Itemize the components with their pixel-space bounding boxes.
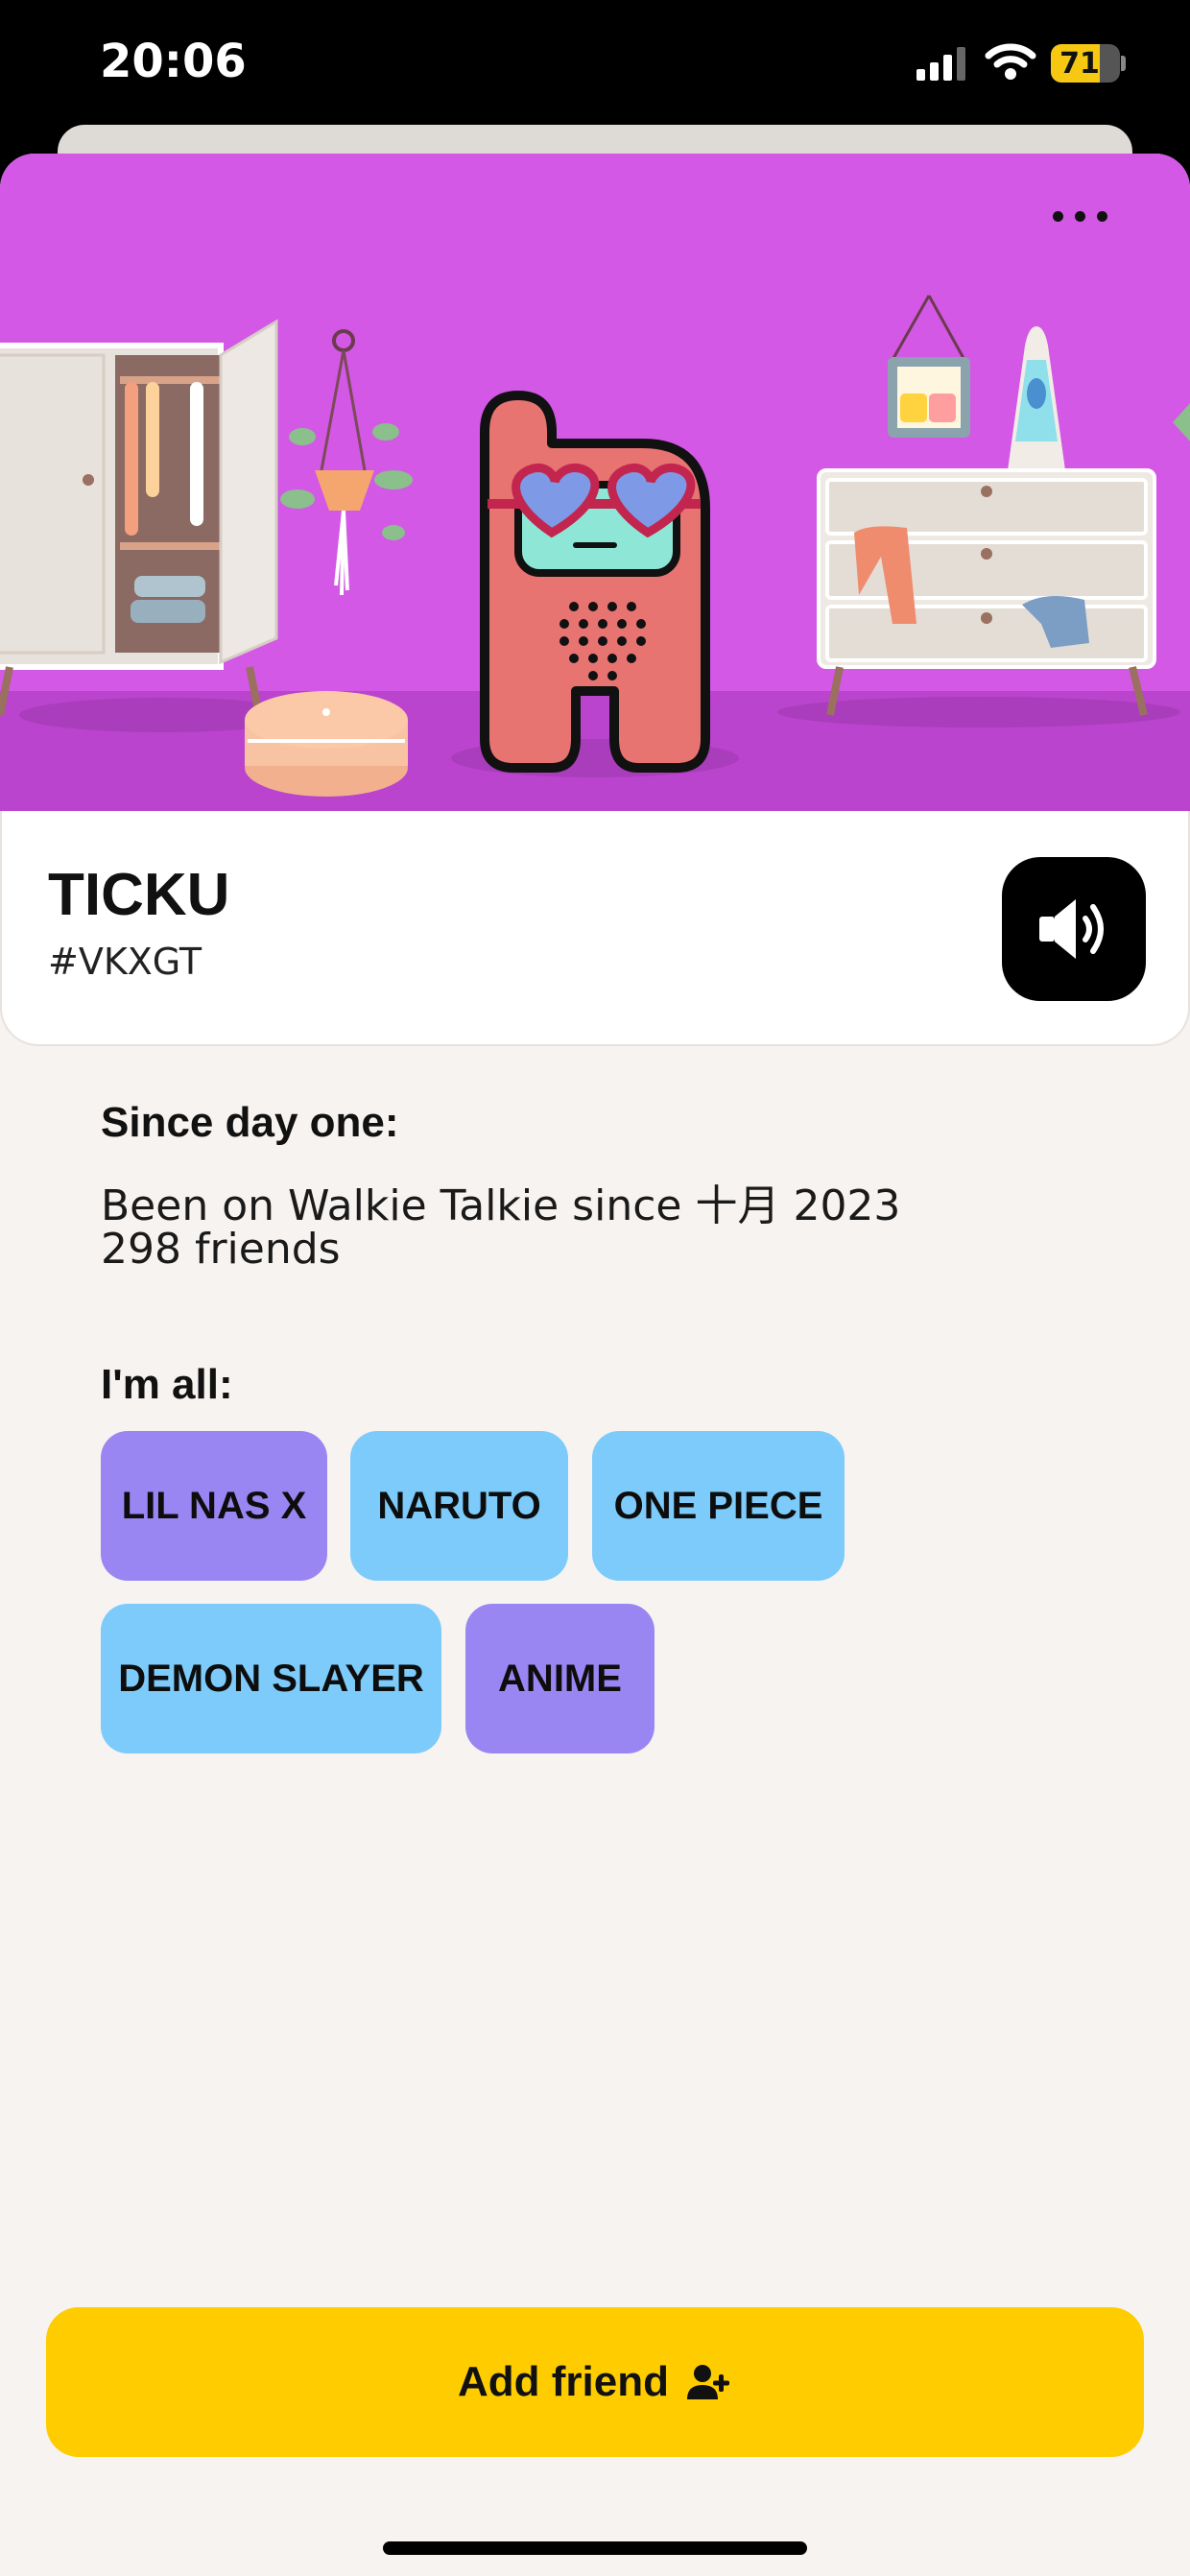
interest-tag-naruto[interactable]: NARUTO [350,1431,568,1581]
hanging-plant-icon [280,329,413,596]
status-bar: 20:06 71 [0,0,1190,125]
status-time: 20:06 [100,35,247,88]
add-friend-button[interactable]: Add friend [46,2307,1144,2457]
user-plus-icon [686,2365,729,2399]
profile-header-card: TICKU #VKXGT [0,811,1190,1046]
room-illustration [0,295,1190,811]
picture-frame-icon [888,295,970,438]
interest-tag-demon-slayer[interactable]: DEMON SLAYER [101,1604,441,1753]
wifi-icon [985,43,1036,80]
play-voice-button[interactable] [1002,857,1146,1001]
floor-pouf-icon [245,691,408,797]
home-indicator[interactable] [383,2541,807,2555]
more-dots-icon [1052,210,1063,222]
battery-percent: 71 [1059,47,1100,81]
interest-tag-one-piece[interactable]: ONE PIECE [592,1431,845,1581]
dresser-icon [817,468,1156,716]
interest-tag-lil-nas-x[interactable]: LIL NAS X [101,1431,327,1581]
speaker-icon [1039,899,1104,959]
since-heading: Since day one: [101,1099,399,1146]
friends-count-text: 298 friends [101,1225,341,1274]
profile-code: #VKXGT [48,941,202,983]
lava-lamp-icon [1008,326,1065,470]
profile-sheet: TICKU #VKXGT Since day one: Been on Walk… [0,154,1190,2576]
add-friend-label: Add friend [458,2358,669,2405]
profile-name: TICKU [48,862,230,928]
interests-heading: I'm all: [101,1361,233,1408]
more-options-button[interactable] [1046,202,1113,230]
joined-date-text: Been on Walkie Talkie since 十月 2023 [101,1181,901,1230]
wardrobe-icon [0,319,278,716]
battery-indicator: 71 [1051,44,1126,83]
cellular-signal-icon [916,47,965,81]
avatar-room-scene [0,154,1190,811]
interest-tag-anime[interactable]: ANIME [465,1604,654,1753]
